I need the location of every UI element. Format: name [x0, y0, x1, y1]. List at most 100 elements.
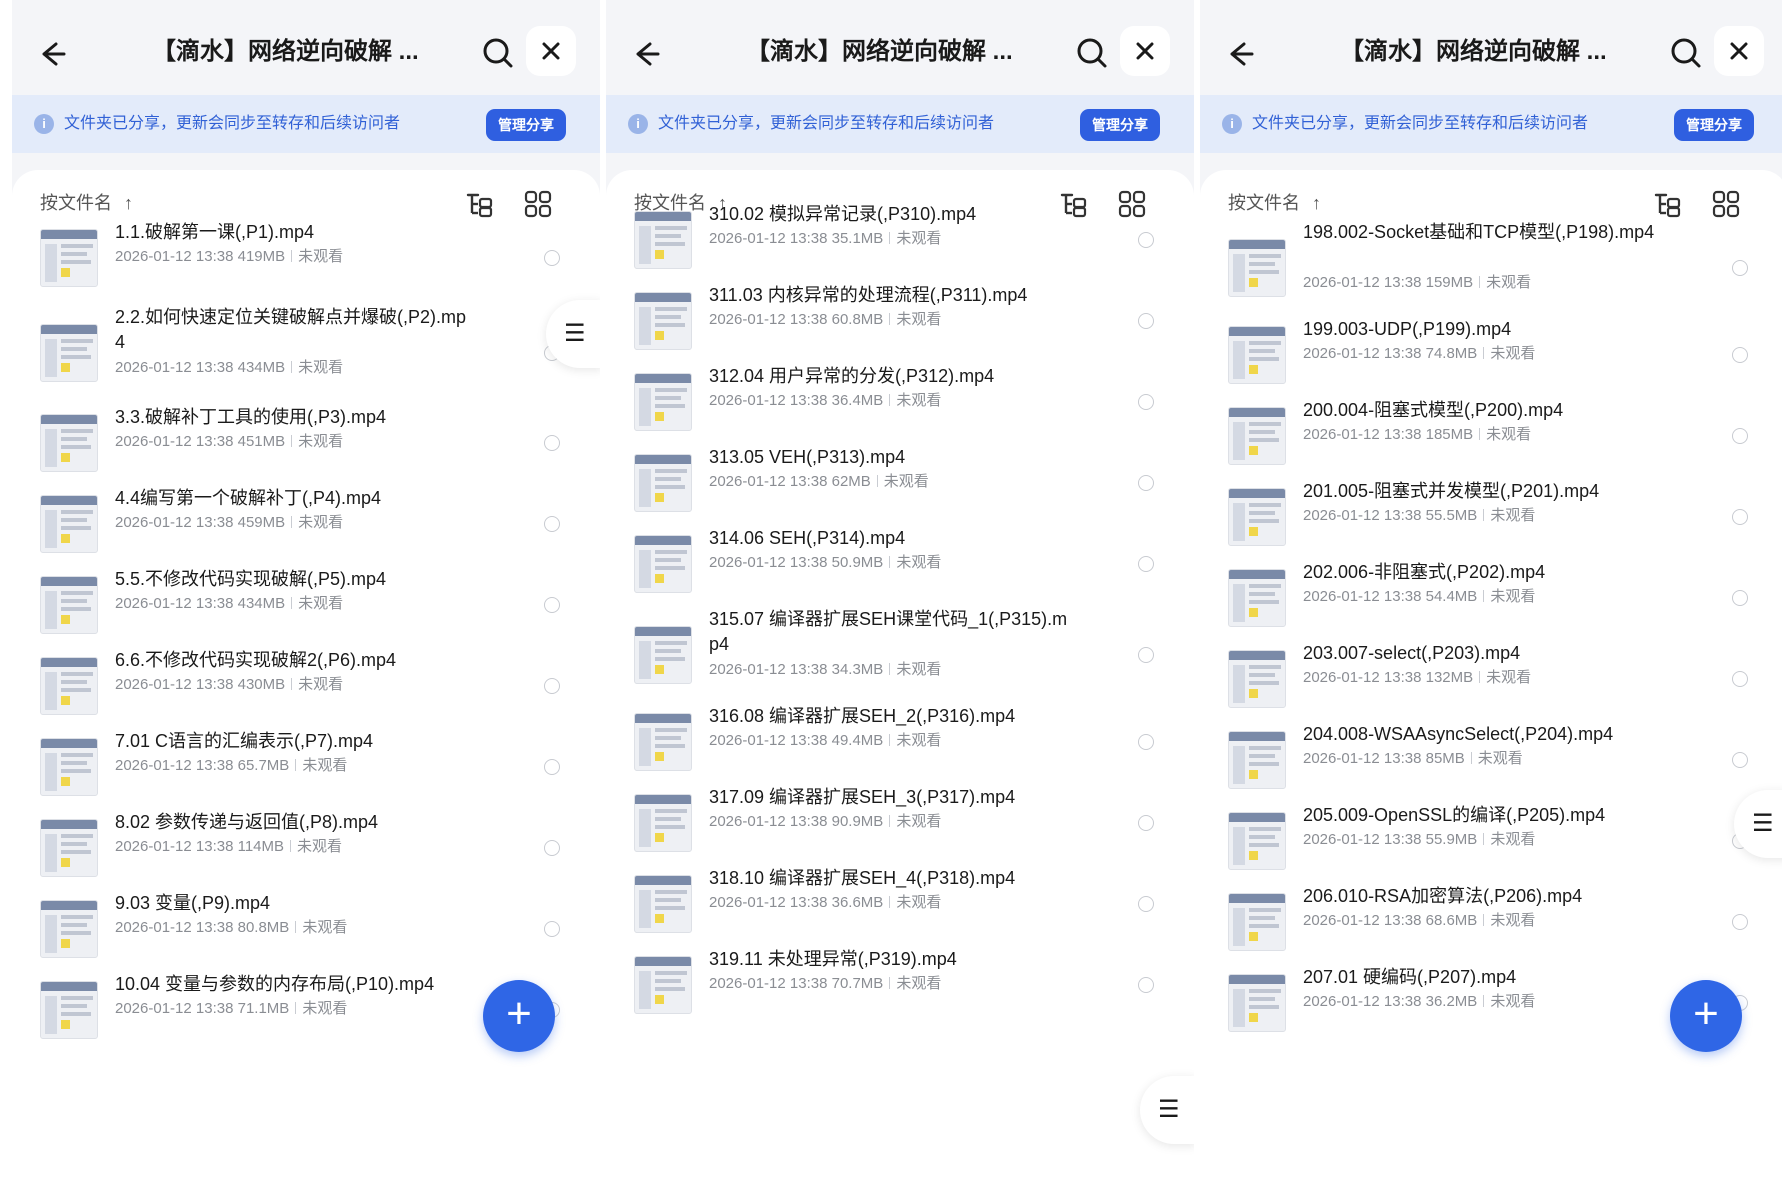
close-button[interactable] — [1714, 26, 1764, 76]
file-meta: 2026-01-12 13:38 50.9MB 未观看 — [709, 552, 941, 574]
sort-ascending-icon[interactable]: ↑ — [124, 192, 133, 214]
select-radio[interactable] — [544, 759, 560, 775]
file-row[interactable]: 312.04 用户异常的分发(,P312).mp4 2026-01-12 13:3… — [606, 364, 1194, 440]
select-radio[interactable] — [544, 678, 560, 694]
select-radio[interactable] — [1138, 896, 1154, 912]
sort-ascending-icon[interactable]: ↑ — [1312, 192, 1321, 214]
file-row[interactable]: 204.008-WSAAsyncSelect(,P204).mp4 2026-01… — [1200, 722, 1782, 798]
file-row[interactable]: 201.005-阻塞式并发模型(,P201).mp4 2026-01-12 13:… — [1200, 479, 1782, 555]
manage-share-button[interactable]: 管理分享 — [1674, 109, 1754, 141]
select-radio[interactable] — [1138, 232, 1154, 248]
file-name: 317.09 编译器扩展SEH_3(,P317).mp4 — [709, 787, 1016, 807]
close-button[interactable] — [1120, 26, 1170, 76]
file-row[interactable]: 1.1.破解第一课(,P1).mp4 2026-01-12 13:38 419MB… — [12, 220, 600, 296]
select-radio[interactable] — [544, 840, 560, 856]
file-meta: 2026-01-12 13:38 34.3MB 未观看 — [709, 659, 941, 681]
file-date: 2026-01-12 13:38 — [115, 248, 234, 265]
back-arrow-icon[interactable] — [36, 34, 76, 74]
select-radio[interactable] — [1732, 590, 1748, 606]
file-row[interactable]: 313.05 VEH(,P313).mp4 2026-01-12 13:38 62… — [606, 445, 1194, 521]
file-row[interactable]: 315.07 编译器扩展SEH课堂代码_1(,P315).mp4 2026-01-… — [606, 607, 1194, 703]
select-radio[interactable] — [1732, 347, 1748, 363]
select-radio[interactable] — [1138, 734, 1154, 750]
file-row[interactable]: 3.3.破解补丁工具的使用(,P3).mp4 2026-01-12 13:38 4… — [12, 405, 600, 481]
select-radio[interactable] — [1138, 394, 1154, 410]
select-radio[interactable] — [1732, 260, 1748, 276]
watch-status: 未观看 — [298, 359, 344, 376]
file-date: 2026-01-12 13:38 — [1303, 912, 1422, 929]
file-row[interactable]: 199.003-UDP(,P199).mp4 2026-01-12 13:38 7… — [1200, 317, 1782, 393]
file-row[interactable]: 7.01 C语言的汇编表示(,P7).mp4 2026-01-12 13:38 6… — [12, 729, 600, 805]
file-row[interactable]: 317.09 编译器扩展SEH_3(,P317).mp4 2026-01-12 1… — [606, 785, 1194, 861]
close-button[interactable] — [526, 26, 576, 76]
file-row[interactable]: 310.02 模拟异常记录(,P310).mp4 2026-01-12 13:38… — [606, 202, 1194, 278]
select-radio[interactable] — [1138, 815, 1154, 831]
file-row[interactable]: 206.010-RSA加密算法(,P206).mp4 2026-01-12 13:… — [1200, 884, 1782, 960]
select-radio[interactable] — [1732, 509, 1748, 525]
select-radio[interactable] — [544, 516, 560, 532]
file-row[interactable]: 314.06 SEH(,P314).mp4 2026-01-12 13:38 50… — [606, 526, 1194, 602]
plus-icon: + — [506, 989, 532, 1038]
select-radio[interactable] — [544, 435, 560, 451]
select-radio[interactable] — [544, 597, 560, 613]
search-icon[interactable] — [478, 33, 518, 73]
file-row[interactable]: 318.10 编译器扩展SEH_4(,P318).mp4 2026-01-12 1… — [606, 866, 1194, 942]
select-radio[interactable] — [1138, 475, 1154, 491]
sort-by-name-button[interactable]: 按文件名 — [40, 190, 112, 216]
video-thumbnail — [40, 414, 98, 472]
select-radio[interactable] — [544, 921, 560, 937]
sort-by-name-button[interactable]: 按文件名 — [1228, 190, 1300, 216]
file-date: 2026-01-12 13:38 — [709, 473, 828, 490]
select-radio[interactable] — [1732, 428, 1748, 444]
file-list-card: 按文件名 ↑ 310.02 模拟异常记录(,P310).mp4 2026-01-12 … — [606, 170, 1194, 1188]
select-radio[interactable] — [1138, 977, 1154, 993]
file-row[interactable]: 8.02 参数传递与返回值(,P8).mp4 2026-01-12 13:38 1… — [12, 810, 600, 886]
select-radio[interactable] — [1138, 556, 1154, 572]
file-name: 207.01 硬编码(,P207).mp4 — [1303, 967, 1517, 987]
file-meta: 2026-01-12 13:38 114MB 未观看 — [115, 836, 342, 858]
select-radio[interactable] — [1732, 752, 1748, 768]
file-date: 2026-01-12 13:38 — [709, 311, 828, 328]
manage-share-button[interactable]: 管理分享 — [486, 109, 566, 141]
top-bar: 【滴水】网络逆向破解 ... — [606, 0, 1194, 95]
back-arrow-icon[interactable] — [630, 34, 670, 74]
file-date: 2026-01-12 13:38 — [709, 661, 828, 678]
file-row[interactable]: 205.009-OpenSSL的编译(,P205).mp4 2026-01-12 … — [1200, 803, 1782, 879]
grid-view-icon[interactable] — [524, 190, 552, 218]
select-radio[interactable] — [1732, 671, 1748, 687]
select-radio[interactable] — [1138, 313, 1154, 329]
file-row[interactable]: 319.11 未处理异常(,P319).mp4 2026-01-12 13:38 … — [606, 947, 1194, 1023]
search-icon[interactable] — [1666, 33, 1706, 73]
file-size: 36.4MB — [831, 392, 884, 409]
watch-status: 未观看 — [896, 311, 942, 328]
grid-view-icon[interactable] — [1712, 190, 1740, 218]
file-row[interactable]: 4.4编写第一个破解补丁(,P4).mp4 2026-01-12 13:38 45… — [12, 486, 600, 562]
file-row[interactable]: 5.5.不修改代码实现破解(,P5).mp4 2026-01-12 13:38 4… — [12, 567, 600, 643]
add-button[interactable]: + — [1670, 980, 1742, 1052]
file-row[interactable]: 9.03 变量(,P9).mp4 2026-01-12 13:38 80.8MB 未… — [12, 891, 600, 967]
file-row[interactable]: 203.007-select(,P203).mp4 2026-01-12 13:3… — [1200, 641, 1782, 717]
manage-share-button[interactable]: 管理分享 — [1080, 109, 1160, 141]
phone-panel: 【滴水】网络逆向破解 ... i 文件夹已分享，更新会同步至转存和后续访问者 管理分享… — [606, 0, 1194, 1188]
file-row[interactable]: 202.006-非阻塞式(,P202).mp4 2026-01-12 13:38 … — [1200, 560, 1782, 636]
select-radio[interactable] — [1732, 914, 1748, 930]
file-row[interactable]: 6.6.不修改代码实现破解2(,P6).mp4 2026-01-12 13:38 … — [12, 648, 600, 724]
select-radio[interactable] — [544, 250, 560, 266]
file-row[interactable]: 316.08 编译器扩展SEH_2(,P316).mp4 2026-01-12 1… — [606, 704, 1194, 780]
file-size: 50.9MB — [831, 554, 884, 571]
select-radio[interactable] — [1138, 647, 1154, 663]
file-row[interactable]: 198.002-Socket基础和TCP模型(,P198).mp4 2026-01… — [1200, 220, 1782, 316]
file-row[interactable]: 200.004-阻塞式模型(,P200).mp4 2026-01-12 13:38… — [1200, 398, 1782, 474]
video-thumbnail — [1228, 731, 1286, 789]
file-row[interactable]: 311.03 内核异常的处理流程(,P311).mp4 2026-01-12 13… — [606, 283, 1194, 359]
folder-tree-icon[interactable] — [1652, 190, 1682, 218]
file-row[interactable]: 2.2.如何快速定位关键破解点并爆破(,P2).mp4 2026-01-12 13… — [12, 305, 600, 401]
folder-tree-icon[interactable] — [464, 190, 494, 218]
video-thumbnail — [634, 713, 692, 771]
back-arrow-icon[interactable] — [1224, 34, 1264, 74]
add-button[interactable]: + — [483, 980, 555, 1052]
file-name: 310.02 模拟异常记录(,P310).mp4 — [709, 204, 977, 224]
video-thumbnail — [634, 454, 692, 512]
search-icon[interactable] — [1072, 33, 1112, 73]
share-banner-text: 文件夹已分享，更新会同步至转存和后续访问者 — [1252, 115, 1589, 132]
